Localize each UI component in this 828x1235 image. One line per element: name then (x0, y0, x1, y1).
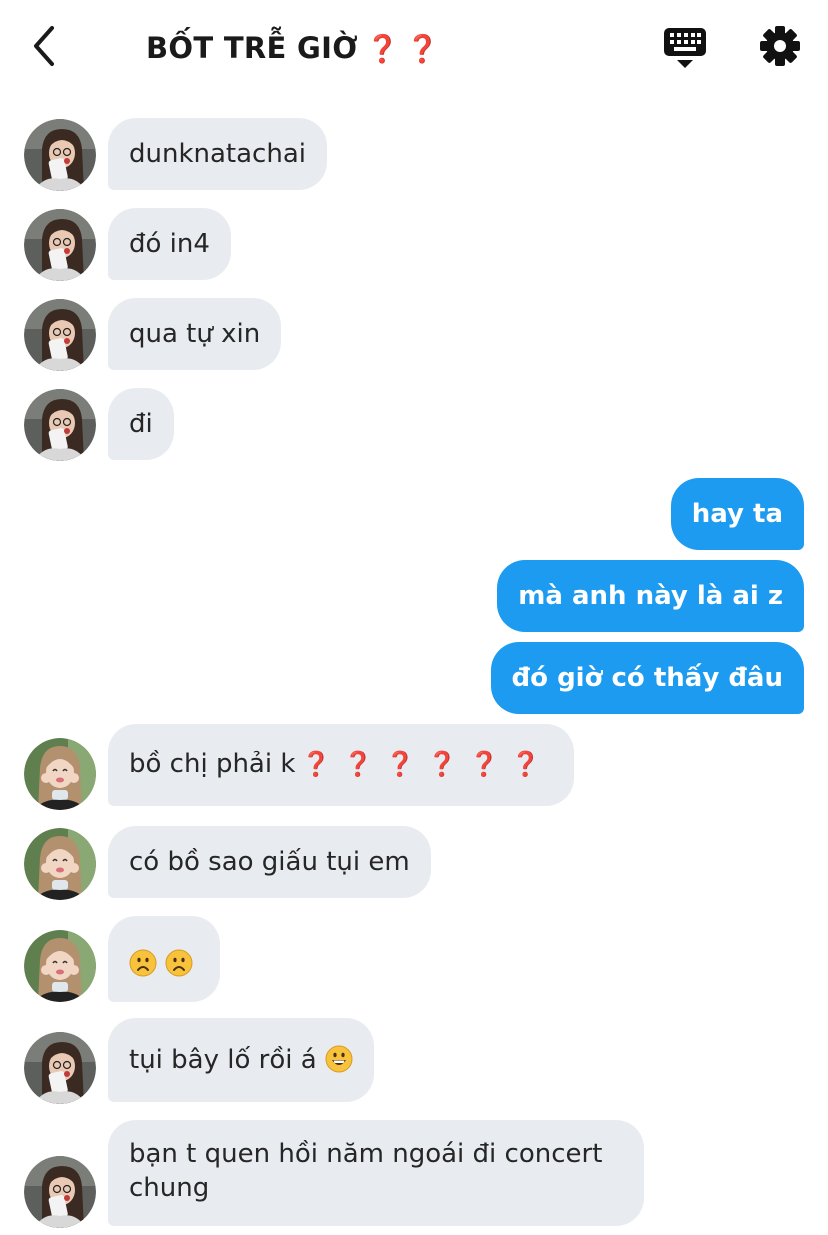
message-bubble-incoming[interactable]: đi (108, 388, 174, 460)
message-text: bồ chị phải k (129, 749, 296, 779)
message-bubble-incoming[interactable]: qua tự xin (108, 298, 282, 370)
chat-title-text: BỐT TRỄ GIỜ (146, 31, 358, 65)
message-bubble-incoming[interactable] (108, 916, 220, 1002)
message-bubble-incoming[interactable]: dunknatachai (108, 118, 327, 190)
message-bubble-outgoing[interactable]: đó giờ có thấy đâu (490, 642, 804, 714)
chat-title: BỐT TRỄ GIỜ ❓❓ (146, 28, 445, 70)
sender-avatar[interactable] (24, 119, 96, 191)
message-bubble-incoming[interactable]: tụi bây lố rồi á (108, 1018, 374, 1102)
chat-header: BỐT TRỄ GIỜ ❓❓ (0, 0, 828, 100)
sender-avatar[interactable] (24, 828, 96, 900)
gear-icon (760, 26, 800, 66)
message-bubble-outgoing[interactable]: mà anh này là ai z (497, 560, 804, 632)
chevron-left-icon (34, 26, 54, 66)
message-bubble-incoming[interactable]: có bồ sao giấu tụi em (108, 826, 431, 898)
sender-avatar[interactable] (24, 738, 96, 810)
sender-avatar[interactable] (24, 930, 96, 1002)
frowning-face-emoji (165, 949, 193, 977)
question-marks: ❓❓❓❓❓❓ (301, 750, 553, 778)
sender-avatar[interactable] (24, 1156, 96, 1228)
frowning-face-emoji (129, 949, 157, 977)
keyboard-button[interactable] (662, 26, 708, 70)
grinning-face-emoji (325, 1045, 353, 1072)
chat-title-marks: ❓❓ (365, 34, 446, 65)
message-text: tụi bây lố rồi á (129, 1045, 317, 1075)
sender-avatar[interactable] (24, 389, 96, 461)
keyboard-icon (664, 28, 706, 68)
sender-avatar[interactable] (24, 209, 96, 281)
sender-avatar[interactable] (24, 299, 96, 371)
message-bubble-incoming[interactable]: đó in4 (108, 208, 231, 280)
message-bubble-outgoing[interactable]: hay ta (670, 478, 804, 550)
settings-button[interactable] (758, 24, 802, 68)
back-button[interactable] (24, 22, 68, 70)
message-bubble-incoming[interactable]: bạn t quen hồi năm ngoái đi concert chun… (108, 1120, 644, 1226)
sender-avatar[interactable] (24, 1032, 96, 1104)
message-bubble-incoming[interactable]: bồ chị phải k ❓❓❓❓❓❓ (108, 724, 574, 806)
